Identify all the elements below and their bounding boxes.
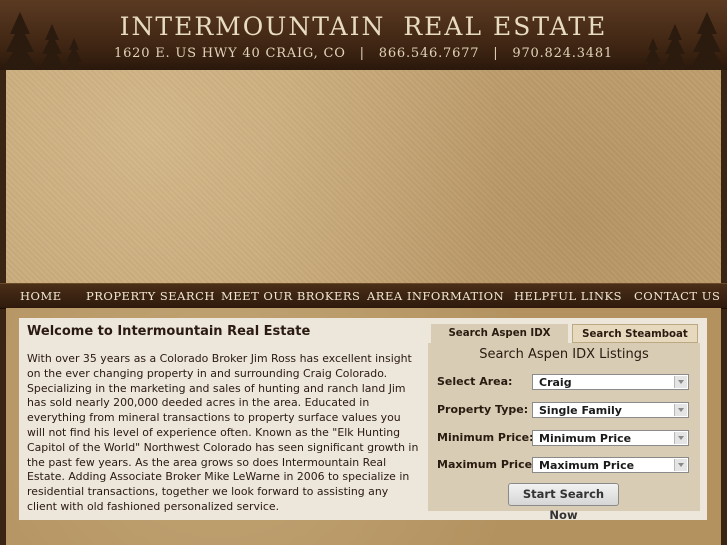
max-price-select[interactable]: Maximum Price (532, 457, 689, 473)
separator: | (359, 46, 365, 61)
welcome-heading: Welcome to Intermountain Real Estate (27, 324, 311, 339)
separator: | (493, 46, 499, 61)
property-type-value: Single Family (539, 404, 622, 417)
search-panel-title: Search Aspen IDX Listings (479, 347, 649, 362)
chevron-down-icon (674, 432, 687, 444)
property-type-label: Property Type: (437, 403, 529, 416)
nav-home[interactable]: HOME (20, 289, 62, 303)
min-price-value: Minimum Price (539, 432, 632, 445)
banner-image (6, 70, 721, 283)
tab-search-aspen-idx[interactable]: Search Aspen IDX (431, 324, 568, 343)
area-select-value: Craig (539, 376, 572, 389)
area-label: Select Area: (437, 375, 513, 388)
phone-local: 970.824.3481 (512, 46, 613, 61)
nav-helpful-links[interactable]: HELPFUL LINKS (514, 289, 622, 303)
contact-line: 1620 E. US HWY 40 CRAIG, CO | 866.546.76… (0, 46, 727, 61)
min-price-label: Minimum Price: (437, 431, 534, 444)
welcome-text: With over 35 years as a Colorado Broker … (27, 352, 419, 513)
chevron-down-icon (674, 376, 687, 388)
chevron-down-icon (674, 404, 687, 416)
nav-area-information[interactable]: AREA INFORMATION (367, 289, 504, 303)
site-title-part1: INTERMOUNTAIN (119, 12, 386, 41)
area-select[interactable]: Craig (532, 374, 689, 390)
nav-meet-our-brokers[interactable]: MEET OUR BROKERS (221, 289, 360, 303)
address: 1620 E. US HWY 40 CRAIG, CO (114, 46, 346, 61)
start-search-button[interactable]: Start Search Now (508, 483, 619, 522)
min-price-select[interactable]: Minimum Price (532, 430, 689, 446)
nav-contact-us[interactable]: CONTACT US (634, 289, 720, 303)
max-price-value: Maximum Price (539, 459, 635, 472)
site-header: INTERMOUNTAIN REAL ESTATE 1620 E. US HWY … (0, 0, 727, 70)
phone-tollfree: 866.546.7677 (378, 46, 480, 61)
site-title: INTERMOUNTAIN REAL ESTATE (0, 12, 727, 41)
chevron-down-icon (674, 459, 687, 471)
max-price-label: Maximum Price: (437, 458, 537, 471)
tab-search-steamboat-idx[interactable]: Search Steamboat IDX (572, 324, 698, 359)
main-nav: HOME PROPERTY SEARCH MEET OUR BROKERS AR… (0, 283, 727, 309)
site-title-part2: REAL ESTATE (403, 12, 608, 41)
property-type-select[interactable]: Single Family (532, 402, 689, 418)
nav-property-search[interactable]: PROPERTY SEARCH (86, 289, 215, 303)
